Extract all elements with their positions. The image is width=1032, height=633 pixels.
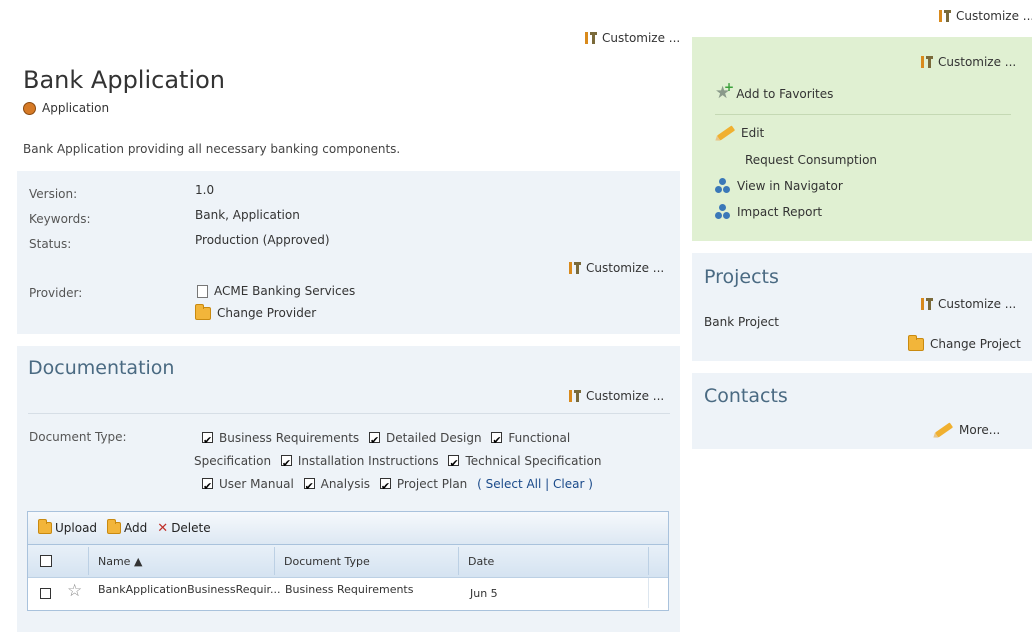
document-type-label: Document Type: [29,430,127,444]
page-title: Bank Application [23,66,226,94]
grid-toolbar: Upload Add ✕ Delete [28,512,668,545]
customize-link-actions[interactable]: Customize ... [920,55,1016,69]
column-separator [88,547,89,575]
filter-project-plan[interactable]: Project Plan [379,475,467,498]
view-in-navigator-action[interactable]: View in Navigator [715,178,843,194]
add-to-favorites-action[interactable]: ★ + Add to Favorites [715,80,833,103]
documentation-title: Documentation [28,357,175,379]
filter-business-requirements[interactable]: Business Requirements [202,429,359,452]
column-header-document-type[interactable]: Document Type [284,555,370,568]
provider-link[interactable]: ACME Banking Services [197,284,355,298]
customize-icon [938,9,952,23]
checkbox[interactable] [202,475,213,498]
add-button[interactable]: Add [107,519,147,535]
customize-icon [568,389,582,403]
document-type-filter: Business Requirements Detailed Design Fu… [194,427,644,498]
edit-action[interactable]: Edit [716,125,764,141]
clear-link[interactable]: Clear [553,477,584,491]
column-separator [648,578,649,608]
impact-report-action[interactable]: Impact Report [715,204,822,220]
project-item[interactable]: Bank Project [704,315,779,329]
customize-link-header[interactable]: Customize ... [584,31,680,45]
checkbox[interactable] [40,588,51,599]
impact-report-icon [715,204,731,220]
checkbox[interactable] [202,429,213,452]
delete-button[interactable]: ✕ Delete [157,521,210,536]
folder-icon [908,334,924,351]
delete-icon: ✕ [157,520,169,536]
row-checkbox[interactable] [40,588,57,601]
select-all-checkbox[interactable] [40,555,58,569]
upload-button[interactable]: Upload [38,519,97,535]
divider [28,413,670,414]
checkbox[interactable] [448,452,460,475]
grid-header: Name ▲ Document Type Date [28,545,668,578]
document-date: Jun 5 [470,587,498,600]
checkbox[interactable] [491,429,503,452]
documentation-panel: Documentation Customize ... Document Typ… [17,346,680,632]
table-row[interactable]: ☆ BankApplicationBusinessRequir... Busin… [28,578,668,608]
select-all-link[interactable]: Select All [486,477,542,491]
folder-icon [195,303,211,320]
asset-description: Bank Application providing all necessary… [23,142,401,156]
application-icon [23,101,36,115]
navigator-icon [715,178,731,194]
properties-panel: Version: 1.0 Keywords: Bank, Application… [17,171,680,334]
customize-link-properties[interactable]: Customize ... [568,261,664,275]
customize-icon [920,297,934,311]
document-icon [197,284,208,298]
request-consumption-action[interactable]: Request Consumption [745,153,877,167]
favorite-star-icon[interactable]: ☆ [67,583,82,600]
divider [715,114,1011,115]
filter-detailed-design[interactable]: Detailed Design [368,429,482,452]
pencil-icon [934,422,954,438]
projects-title: Projects [704,266,779,288]
customize-icon [920,55,934,69]
document-type: Business Requirements [285,583,414,596]
checkbox[interactable] [368,429,380,452]
filter-user-manual[interactable]: User Manual [202,475,294,498]
documents-grid: Upload Add ✕ Delete Name ▲ Document Type… [27,511,669,611]
customize-icon [584,31,598,45]
asset-type: Application [23,101,109,115]
contacts-more-link[interactable]: More... [934,422,1000,438]
contacts-panel: Contacts More... [692,373,1032,449]
customize-icon [568,261,582,275]
column-separator [274,547,275,575]
add-icon [107,519,122,534]
projects-panel: Projects Customize ... Bank Project Chan… [692,253,1032,361]
column-header-name[interactable]: Name ▲ [98,555,142,568]
checkbox[interactable] [379,475,391,498]
favorite-star-icon: ★ + [715,80,735,103]
provider-label: Provider: [29,286,83,300]
change-provider-link[interactable]: Change Provider [195,303,316,320]
select-links: ( Select All | Clear ) [477,477,593,491]
status-label: Status: [29,237,72,251]
upload-icon [38,519,52,534]
status-value: Production (Approved) [195,233,330,247]
column-separator [458,547,459,575]
filter-technical-specification[interactable]: Technical Specification [448,452,601,475]
contacts-title: Contacts [704,385,788,407]
customize-link-top-right[interactable]: Customize ... [938,9,1032,23]
pencil-icon [716,125,736,141]
customize-link-documentation[interactable]: Customize ... [568,389,664,403]
checkbox[interactable] [303,475,315,498]
keywords-label: Keywords: [29,212,91,226]
column-header-date[interactable]: Date [468,555,494,568]
checkbox[interactable] [280,452,292,475]
checkbox[interactable] [40,555,52,567]
actions-panel: Customize ... ★ + Add to Favorites Edit R… [692,37,1032,241]
document-name[interactable]: BankApplicationBusinessRequir... [98,583,281,596]
customize-link-projects[interactable]: Customize ... [920,297,1016,311]
column-separator [648,547,649,575]
filter-installation-instructions[interactable]: Installation Instructions [280,452,439,475]
keywords-value: Bank, Application [195,208,300,222]
version-label: Version: [29,187,78,201]
change-project-link[interactable]: Change Project [908,334,1021,351]
filter-analysis[interactable]: Analysis [303,475,370,498]
version-value: 1.0 [195,183,215,197]
